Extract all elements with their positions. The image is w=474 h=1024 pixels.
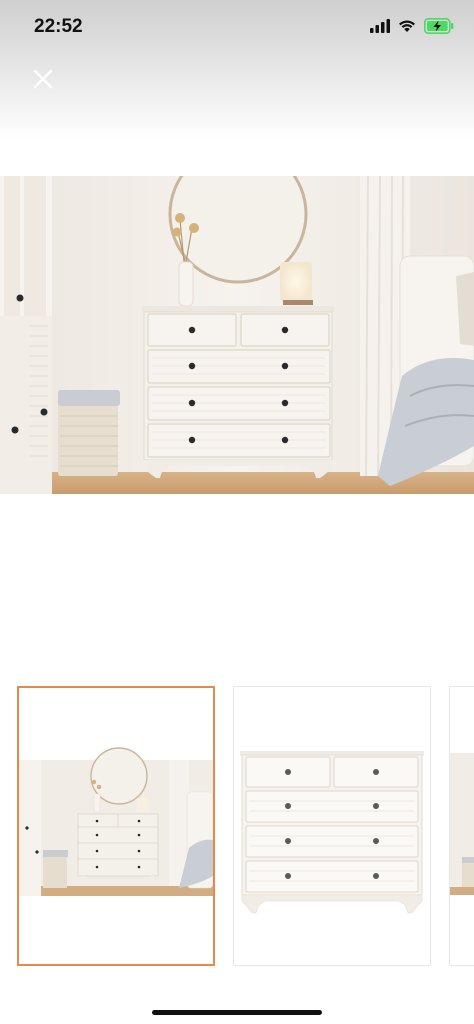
thumbnail-bedroom-scene-image: [19, 747, 213, 896]
main-product-image[interactable]: [0, 176, 474, 494]
thumbnail-next-image[interactable]: [449, 686, 474, 966]
home-indicator[interactable]: [152, 1010, 322, 1015]
wifi-icon: [399, 20, 415, 32]
thumbnail-bedroom-scene[interactable]: [17, 686, 215, 966]
status-time: 22:52: [34, 16, 83, 37]
status-bar: 22:52: [0, 0, 474, 56]
thumbnail-dresser-product-image: [240, 751, 424, 914]
thumbnail-dresser-product[interactable]: [233, 686, 431, 966]
thumbnail-next-image-partial: [450, 753, 474, 895]
close-icon: [33, 69, 53, 89]
thumbnail-strip[interactable]: [0, 686, 474, 970]
battery-charging-icon: [424, 18, 454, 34]
close-button[interactable]: [26, 62, 60, 96]
bedroom-scene-image: [0, 176, 474, 494]
cellular-signal-icon: [370, 19, 390, 33]
status-icons: [370, 18, 454, 34]
